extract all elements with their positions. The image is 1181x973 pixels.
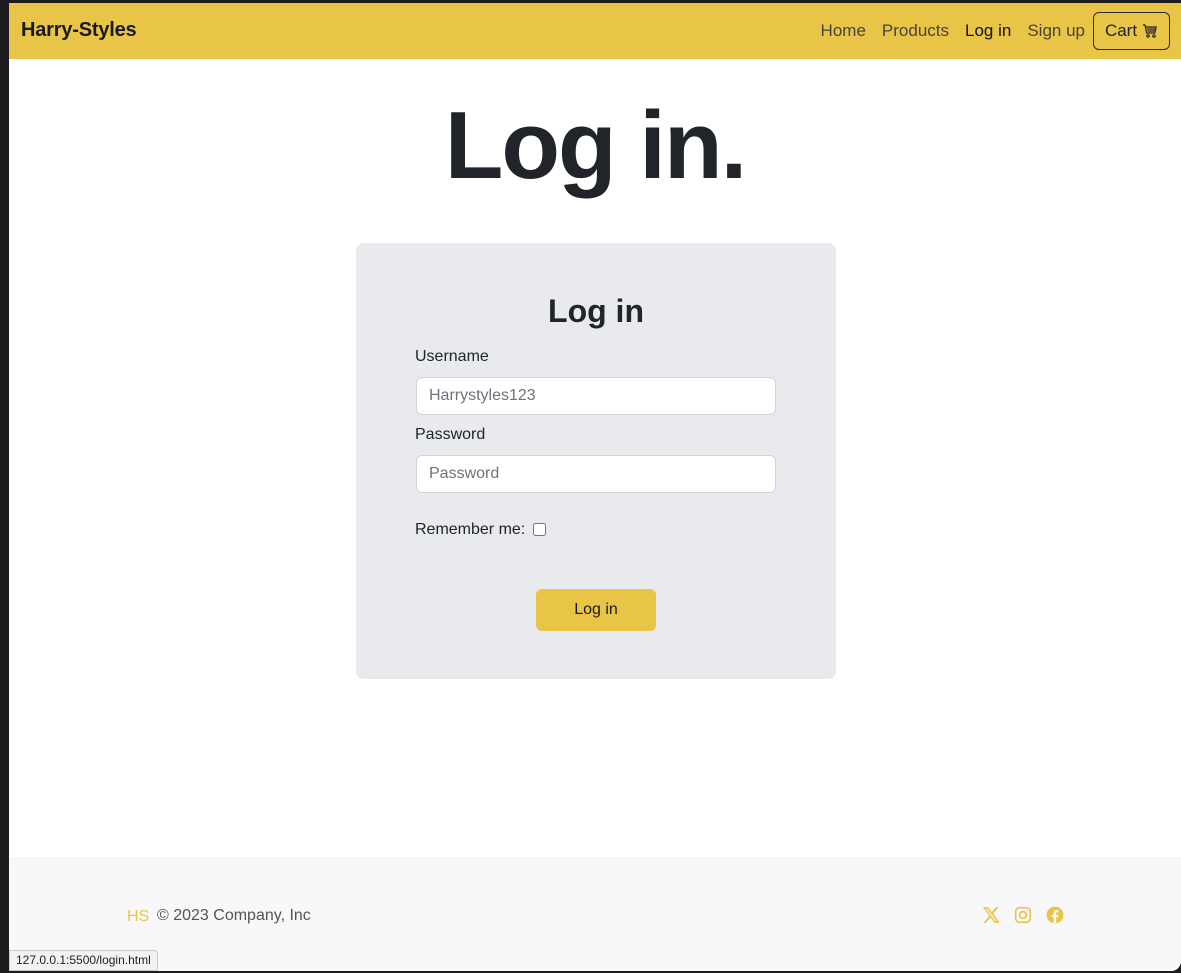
remember-me-label: Remember me: <box>415 521 526 538</box>
status-bar-url: 127.0.0.1:5500/login.html <box>9 950 158 971</box>
nav-link-home[interactable]: Home <box>821 21 866 41</box>
brand-logo[interactable]: Harry-Styles <box>21 19 137 42</box>
login-submit-button[interactable]: Log in <box>536 589 656 631</box>
navbar: Harry-Styles Home Products Log in Sign u… <box>9 3 1181 59</box>
nav-link-signup[interactable]: Sign up <box>1027 21 1085 41</box>
browser-viewport: Harry-Styles Home Products Log in Sign u… <box>9 3 1181 971</box>
cart-label: Cart <box>1104 21 1138 40</box>
cart-icon <box>1143 24 1158 38</box>
cart-button[interactable]: Cart <box>1093 12 1170 50</box>
x-twitter-icon[interactable] <box>982 906 1000 924</box>
footer-logo[interactable]: HS <box>127 908 149 926</box>
login-card-title: Log in <box>548 293 644 329</box>
social-links <box>982 906 1064 924</box>
username-label: Username <box>415 348 489 365</box>
instagram-icon[interactable] <box>1014 906 1032 924</box>
username-input[interactable] <box>416 377 776 415</box>
nav-link-login[interactable]: Log in <box>965 21 1011 41</box>
nav-link-products[interactable]: Products <box>882 21 949 41</box>
footer: HS © 2023 Company, Inc <box>9 858 1181 971</box>
facebook-icon[interactable] <box>1046 906 1064 924</box>
remember-me-row: Remember me: <box>415 521 547 539</box>
page-title: Log in. <box>444 92 748 199</box>
password-label: Password <box>415 426 486 443</box>
footer-copyright: © 2023 Company, Inc <box>157 907 311 924</box>
nav-links: Home Products Log in Sign up <box>821 21 1085 41</box>
login-card: Log in Username Password Remember me: Lo… <box>356 243 836 679</box>
remember-me-checkbox[interactable] <box>533 522 547 536</box>
password-input[interactable] <box>416 455 776 493</box>
